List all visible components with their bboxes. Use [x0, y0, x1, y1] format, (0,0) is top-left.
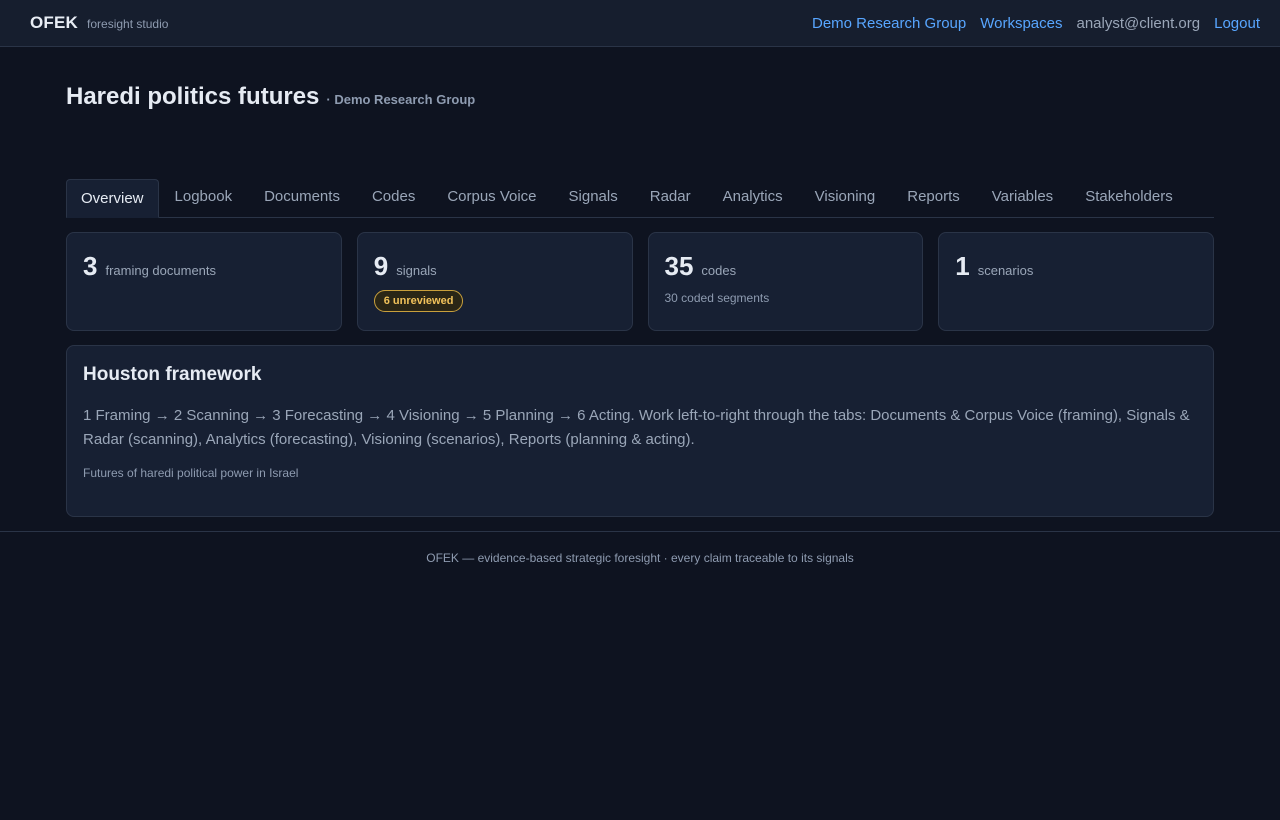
nav-workspaces-link[interactable]: Workspaces — [980, 15, 1062, 32]
tab-overview[interactable]: Overview — [66, 179, 159, 218]
framework-title: Houston framework — [83, 364, 262, 385]
stat-value: 1 — [955, 251, 970, 281]
coded-segments-count: 30 coded segments — [664, 291, 770, 305]
tab-documents[interactable]: Documents — [248, 179, 356, 217]
framework-description: 1 Framing → 2 Scanning → 3 Forecasting →… — [83, 407, 1190, 448]
framework-card: Houston framework 1 Framing → 2 Scanning… — [66, 345, 1214, 517]
stat-label: framing documents — [105, 263, 217, 278]
tab-bar: Overview Logbook Documents Codes Corpus … — [66, 179, 1214, 218]
stat-card-signals: 9 signals 6 unreviewed — [356, 232, 633, 331]
stat-label: codes — [701, 263, 737, 278]
stat-value: 3 — [83, 251, 98, 281]
brand[interactable]: OFEK foresight studio — [30, 13, 168, 33]
logout-link[interactable]: Logout — [1214, 15, 1260, 32]
tab-analytics[interactable]: Analytics — [707, 179, 799, 217]
page-title: Haredi politics futures — [66, 83, 320, 110]
stat-card-scenarios: 1 scenarios — [938, 232, 1214, 331]
brand-tagline: foresight studio — [87, 17, 169, 31]
tab-visioning[interactable]: Visioning — [799, 179, 892, 217]
page-subtitle: · Demo Research Group — [326, 92, 476, 107]
brand-name: OFEK — [30, 13, 79, 32]
nav-group-link[interactable]: Demo Research Group — [812, 15, 966, 32]
stat-value: 9 — [373, 251, 389, 281]
tab-codes[interactable]: Codes — [356, 179, 431, 217]
user-email: analyst@client.org — [1076, 14, 1201, 32]
unreviewed-badge[interactable]: 6 unreviewed — [373, 290, 464, 312]
tab-logbook[interactable]: Logbook — [159, 179, 249, 217]
page-footer: OFEK — evidence-based strategic foresigh… — [0, 531, 1280, 565]
main-content: Haredi politics futures · Demo Research … — [0, 47, 1280, 517]
tab-radar[interactable]: Radar — [634, 179, 707, 217]
tab-reports[interactable]: Reports — [891, 179, 976, 217]
stat-value: 35 — [664, 251, 694, 281]
stat-card-documents: 3 framing documents — [66, 232, 342, 331]
stat-label: scenarios — [977, 263, 1034, 278]
top-bar: OFEK foresight studio Demo Research Grou… — [0, 0, 1280, 47]
tab-variables[interactable]: Variables — [976, 179, 1069, 217]
stat-label: signals — [396, 263, 437, 278]
framework-focus-note: Futures of haredi political power in Isr… — [83, 466, 299, 480]
tab-signals[interactable]: Signals — [553, 179, 634, 217]
footer-text: OFEK — evidence-based strategic foresigh… — [426, 551, 854, 565]
stats-row: 3 framing documents 9 signals 6 unreview… — [66, 232, 1214, 331]
tab-corpus-voice[interactable]: Corpus Voice — [431, 179, 552, 217]
page-header: Haredi politics futures · Demo Research … — [66, 47, 1214, 180]
top-nav: Demo Research Group Workspaces analyst@c… — [812, 15, 1260, 32]
stat-card-codes: 35 codes 30 coded segments — [647, 232, 924, 331]
tab-stakeholders[interactable]: Stakeholders — [1069, 179, 1189, 217]
